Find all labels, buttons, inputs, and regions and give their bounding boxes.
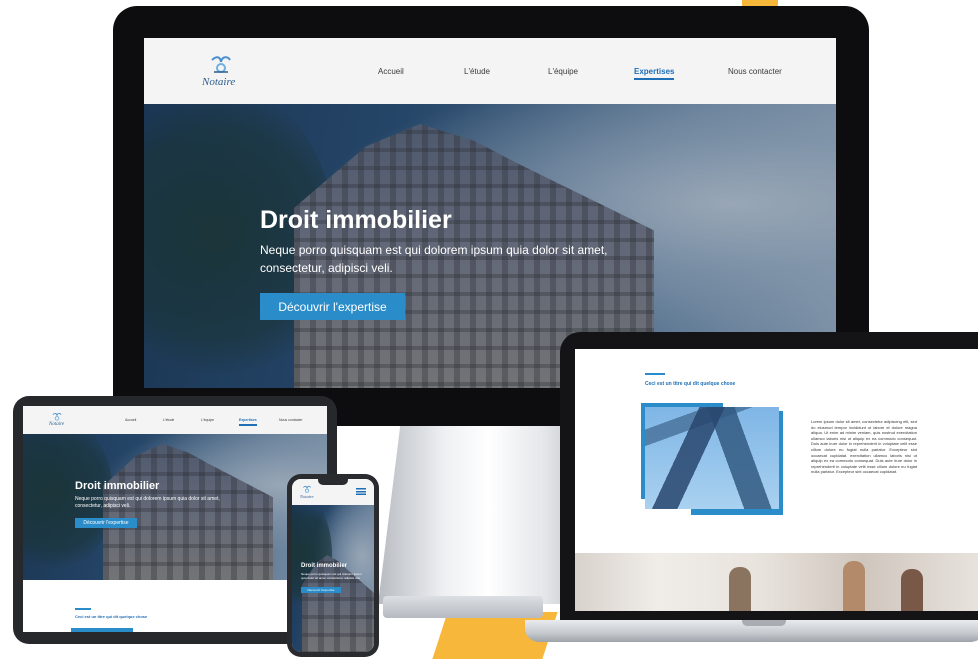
section-image-strip	[71, 628, 133, 632]
site-header: Notaire Accueil L'étude L'équipe Experti…	[144, 38, 836, 104]
nav-item-accueil[interactable]: Accueil	[378, 67, 404, 76]
discover-expertise-button[interactable]: Découvrir l'expertise	[301, 587, 341, 593]
laptop-website: Ceci est un titre qui dit quelque chose …	[575, 349, 978, 611]
hero-title: Droit immobilier	[260, 206, 452, 234]
notaire-logo-icon[interactable]	[208, 54, 234, 76]
section-title: Ceci est un titre qui dit quelque chose	[75, 614, 148, 619]
hero-text: Neque porro quisquam est qui dolorem ips…	[301, 572, 362, 580]
nav-item-letude[interactable]: L'étude	[464, 67, 490, 76]
nav-item-accueil[interactable]: Accueil	[125, 418, 136, 422]
notaire-logo-icon[interactable]	[51, 412, 63, 422]
hero-title: Droit immobilier	[75, 480, 160, 492]
tablet-website: Notaire Accueil L'étude L'équipe Experti…	[23, 406, 327, 632]
hero-title: Droit immobilier	[301, 563, 348, 569]
hero-text: Neque porro quisquam est qui dolorem ips…	[260, 243, 608, 275]
brand-name[interactable]: Notaire	[202, 76, 235, 88]
hamburger-menu-icon[interactable]	[356, 488, 366, 495]
nav-item-lequipe[interactable]: L'équipe	[548, 67, 578, 76]
nav-item-nous-contacter[interactable]: Nous contacter	[728, 67, 782, 76]
discover-expertise-button[interactable]: Découvrir l'expertise	[75, 518, 137, 528]
hero-text: Neque porro quisquam est qui dolorem ips…	[75, 496, 220, 509]
section-body: Lorem ipsum dolor sit amet, consectetur …	[811, 419, 917, 475]
laptop-notch	[742, 620, 786, 626]
section-title: Ceci est un titre qui dit quelque chose	[645, 381, 736, 387]
nav-item-letude[interactable]: L'étude	[163, 418, 174, 422]
nav-item-expertises[interactable]: Expertises	[239, 418, 257, 426]
nav-item-lequipe[interactable]: L'équipe	[201, 418, 214, 422]
skyscraper-image	[645, 407, 779, 509]
phone-notch	[318, 479, 348, 485]
discover-expertise-button[interactable]: Découvrir l'expertise	[260, 293, 405, 320]
office-photo	[575, 553, 978, 611]
tablet-header: Notaire Accueil L'étude L'équipe Experti…	[23, 406, 327, 434]
nav-item-nous-contacter[interactable]: Nous contacter	[279, 418, 303, 422]
section-accent-line	[645, 373, 665, 375]
monitor-base	[383, 596, 543, 618]
brand-name[interactable]: Notaire	[49, 422, 64, 427]
nav-item-expertises[interactable]: Expertises	[634, 67, 675, 80]
mobile-website: Notaire Droit immobilier Neque porro qui…	[292, 479, 374, 652]
notaire-logo-icon[interactable]	[301, 485, 313, 494]
section-accent-line	[75, 608, 91, 610]
brand-name[interactable]: Notaire	[300, 494, 314, 499]
